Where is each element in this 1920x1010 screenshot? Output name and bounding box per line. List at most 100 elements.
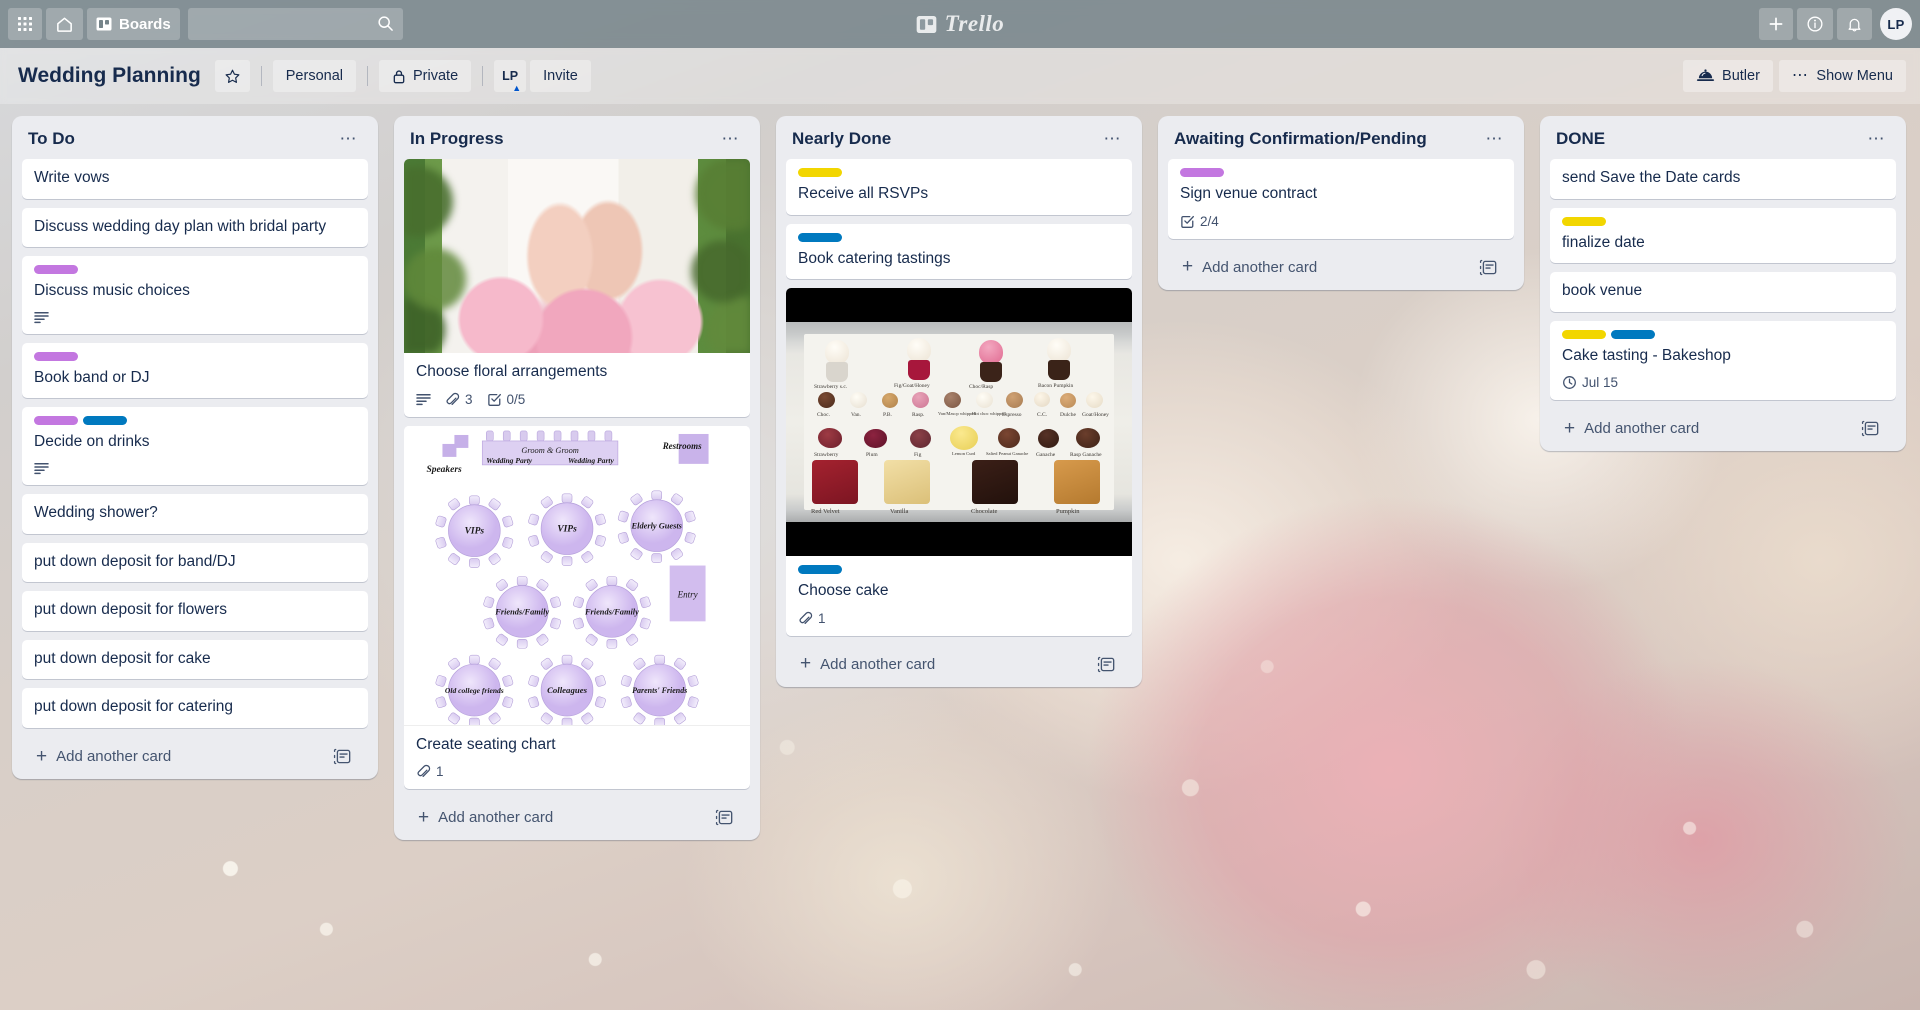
star-board-button[interactable]	[214, 60, 250, 92]
svg-text:Entry: Entry	[677, 589, 698, 599]
card[interactable]: Receive all RSVPs	[786, 159, 1132, 215]
workspace-button[interactable]: Personal	[272, 60, 356, 92]
card[interactable]: send Save the Date cards	[1550, 159, 1896, 199]
add-card-label: Add another card	[56, 748, 172, 766]
card[interactable]: Discuss wedding day plan with bridal par…	[22, 207, 368, 248]
label-yellow[interactable]	[1562, 329, 1606, 339]
user-avatar[interactable]: LP	[1880, 8, 1912, 40]
board-header: Wedding Planning Personal Private LP ▲ I…	[0, 48, 1920, 104]
card[interactable]: Discuss music choices	[22, 256, 368, 334]
list-title[interactable]: To Do	[28, 129, 75, 149]
list-in-progress: In Progress ⋯ Choose floral arrangements	[394, 116, 760, 841]
create-button[interactable]	[1759, 8, 1793, 40]
card[interactable]: put down deposit for band/DJ	[22, 542, 368, 583]
list-actions-button[interactable]: ⋯	[1480, 130, 1511, 148]
add-card-button[interactable]: + Add another card	[22, 739, 368, 775]
butler-button[interactable]: Butler	[1683, 60, 1773, 92]
card-template-icon[interactable]	[1479, 259, 1498, 276]
label-purple[interactable]	[34, 265, 78, 275]
home-button[interactable]	[46, 8, 83, 40]
list-actions-button[interactable]: ⋯	[334, 130, 365, 148]
add-card-label: Add another card	[820, 655, 936, 673]
search-box[interactable]	[187, 8, 403, 40]
cake-chunk	[1054, 460, 1100, 505]
card[interactable]: finalize date	[1550, 207, 1896, 264]
show-menu-label: Show Menu	[1816, 68, 1893, 84]
card[interactable]: Cake tasting - Bakeshop Jul 15	[1550, 320, 1896, 401]
star-icon	[224, 68, 241, 85]
visibility-button[interactable]: Private	[379, 60, 472, 92]
card[interactable]: Choose floral arrangements 3 0/5	[404, 159, 750, 417]
frosting-label: Choc.	[817, 412, 830, 419]
due-date-badge[interactable]: Jul 15	[1562, 375, 1618, 390]
add-card-button[interactable]: + Add another card	[786, 647, 1132, 683]
card[interactable]: Speakers Groom & Groom Wedding Party Wed…	[404, 425, 750, 790]
svg-text:Old college friends: Old college friends	[445, 686, 504, 695]
card-title: Create seating chart	[416, 735, 556, 753]
card[interactable]: Decide on drinks	[22, 407, 368, 486]
show-menu-button[interactable]: ⋯ Show Menu	[1778, 60, 1906, 92]
card[interactable]: book venue	[1550, 272, 1896, 312]
list-title[interactable]: DONE	[1556, 129, 1605, 149]
board-member-avatar[interactable]: LP ▲	[494, 60, 527, 93]
filling-label: Fig	[914, 452, 922, 459]
card-labels	[1562, 329, 1884, 339]
label-blue[interactable]	[798, 565, 842, 575]
card[interactable]: Strawberry s.c. Fig/Goat/Honey Choc/Rasp…	[786, 288, 1132, 636]
checklist-icon	[1180, 214, 1195, 229]
boards-button[interactable]: Boards	[87, 8, 180, 40]
search-input[interactable]	[195, 16, 395, 32]
card-cover-seating-chart-image: Speakers Groom & Groom Wedding Party Wed…	[404, 425, 750, 726]
frosting-label: Van/Mascp whipped	[938, 411, 976, 417]
list-actions-button[interactable]: ⋯	[1862, 130, 1893, 148]
card[interactable]: put down deposit for catering	[22, 688, 368, 729]
add-card-button[interactable]: + Add another card	[1550, 411, 1896, 447]
notifications-button[interactable]	[1837, 8, 1872, 40]
filling-smear	[818, 428, 842, 449]
card-template-icon[interactable]	[1861, 420, 1880, 437]
label-blue[interactable]	[83, 416, 127, 426]
label-blue[interactable]	[1611, 329, 1655, 339]
board-title[interactable]: Wedding Planning	[14, 64, 211, 88]
info-button[interactable]	[1797, 8, 1833, 40]
card[interactable]: put down deposit for flowers	[22, 591, 368, 631]
list-title[interactable]: In Progress	[410, 129, 504, 149]
butler-label: Butler	[1722, 68, 1760, 84]
card-labels	[34, 265, 356, 275]
card[interactable]: Wedding shower?	[22, 494, 368, 534]
label-yellow[interactable]	[1562, 216, 1606, 226]
description-icon	[34, 462, 49, 475]
board-icon	[96, 16, 112, 32]
cake-chunk	[884, 460, 930, 505]
card[interactable]: put down deposit for cake	[22, 639, 368, 680]
grid-apps-icon	[17, 16, 33, 32]
label-purple[interactable]	[34, 416, 78, 426]
label-yellow[interactable]	[798, 168, 842, 177]
invite-button[interactable]: Invite	[530, 60, 591, 92]
card-template-icon[interactable]	[715, 809, 734, 826]
list-actions-button[interactable]: ⋯	[1098, 130, 1129, 148]
card-badges: 1	[416, 764, 738, 779]
label-purple[interactable]	[1180, 168, 1224, 177]
card-template-icon[interactable]	[1097, 656, 1116, 673]
card[interactable]: Write vows	[22, 159, 368, 199]
card[interactable]: Book band or DJ	[22, 342, 368, 399]
cupcake-label: Strawberry s.c.	[814, 384, 848, 391]
list-title[interactable]: Awaiting Confirmation/Pending	[1174, 129, 1427, 149]
apps-grid-button[interactable]	[8, 8, 42, 40]
card[interactable]: Sign venue contract 2/4	[1168, 159, 1514, 239]
card-title: Discuss music choices	[34, 282, 190, 300]
label-purple[interactable]	[34, 351, 78, 361]
add-card-button[interactable]: + Add another card	[404, 800, 750, 836]
label-blue[interactable]	[798, 232, 842, 242]
list-actions-button[interactable]: ⋯	[716, 130, 747, 148]
frosting-label: Espresso	[1002, 412, 1022, 419]
card-template-icon[interactable]	[333, 748, 352, 765]
description-icon	[34, 311, 49, 324]
card[interactable]: Book catering tastings	[786, 223, 1132, 280]
card-title: Discuss wedding day plan with bridal par…	[34, 217, 327, 235]
attachment-badge: 1	[416, 764, 444, 779]
card-cover-bride-bouquet-photo	[404, 159, 750, 353]
add-card-button[interactable]: + Add another card	[1168, 250, 1514, 286]
list-title[interactable]: Nearly Done	[792, 129, 891, 149]
